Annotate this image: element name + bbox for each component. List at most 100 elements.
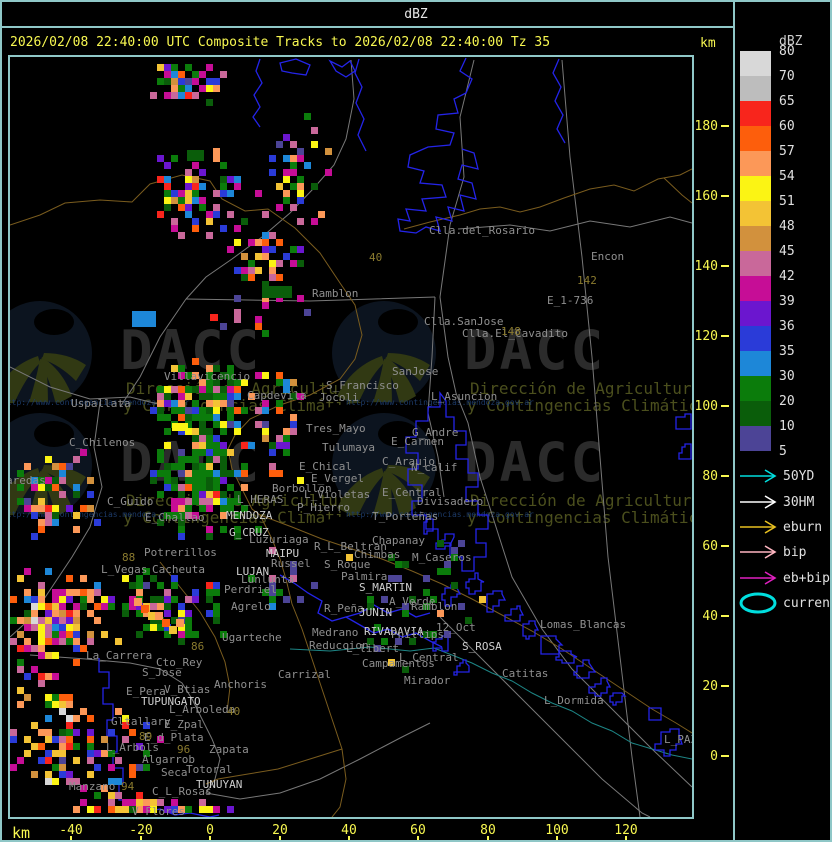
map-place-label: Ramblon <box>312 287 359 300</box>
map-place-label: 40 <box>369 251 383 264</box>
map-place-label: 40 <box>227 705 241 718</box>
window-title: dBZ <box>404 7 428 22</box>
scale-color-block <box>740 226 771 251</box>
eburn-arrow-icon <box>740 520 777 534</box>
y-tick-label: 120 <box>694 329 718 344</box>
map-place-label: S_Jose <box>142 666 182 679</box>
scale-color-block <box>740 126 771 151</box>
map-place-label: E_Carmen <box>391 435 444 448</box>
map-place-label: L_HERAS <box>237 493 284 506</box>
legend-label: eb+bip <box>783 571 830 586</box>
color-scale-panel: dBZ 80 70 65 60 57 54 51 48 45 42 39 36 35 30 20 10 5 50… <box>733 2 830 840</box>
scale-value-label: 60 <box>779 119 795 134</box>
x-tick-mark <box>279 836 281 840</box>
map-place-label: Perdriel <box>224 583 277 596</box>
y-tick-mark <box>721 545 729 547</box>
map-place-label: L_Violetas <box>304 488 371 501</box>
map-place-label: C_Guido <box>107 495 154 508</box>
map-place-label: 94 <box>121 780 135 793</box>
product-title: 2026/02/08 22:40:00 UTC Composite Tracks… <box>10 35 551 50</box>
map-place-label: 148 <box>501 325 521 338</box>
y-tick-label: 100 <box>694 399 718 414</box>
map-place-label: T_Porteñas <box>372 510 439 523</box>
scale-color-block <box>740 151 771 176</box>
scale-color-block <box>740 101 771 126</box>
scale-color-block <box>740 351 771 376</box>
map-place-label: Anchoris <box>214 678 267 691</box>
scale-color-block <box>740 251 771 276</box>
x-tick-mark <box>487 836 489 840</box>
map-place-label: Tres_Mayo <box>306 422 366 435</box>
x-tick-mark <box>556 836 558 840</box>
map-place-label: S_ROSA <box>462 640 502 653</box>
scale-color-block <box>740 326 771 351</box>
legend-label: bip <box>783 545 807 560</box>
x-tick-mark <box>140 836 142 840</box>
map-place-label: P_Hierro <box>297 501 350 514</box>
x-tick-mark <box>625 836 627 840</box>
map-place-label: L_Arbols <box>106 741 159 754</box>
y-tick-label: 20 <box>702 679 718 694</box>
map-place-label: E_1-736 <box>547 294 594 307</box>
scale-value-label: 10 <box>779 419 795 434</box>
y-tick-label: 80 <box>702 469 718 484</box>
map-place-label: V_Btias <box>164 683 211 696</box>
scale-color-block <box>740 76 771 101</box>
map-place-label: E_Challao <box>145 511 205 524</box>
scale-value-label: 54 <box>779 169 795 184</box>
map-place-label: MENDOZA <box>226 509 273 522</box>
map-place-label: Agrelo <box>231 600 271 613</box>
map-canvas: DACC Dirección de Agricultura y Contingenc… <box>10 57 692 817</box>
y-tick-mark <box>721 335 729 337</box>
scale-value-label: 42 <box>779 269 795 284</box>
scale-value-label: 70 <box>779 69 795 84</box>
y-tick-label: 180 <box>694 119 718 134</box>
map-place-label: L_Arboleda <box>169 703 236 716</box>
y-tick-mark <box>721 475 729 477</box>
legend-label: current <box>783 596 830 611</box>
map-place-label: Cacheuta <box>152 563 205 576</box>
y-tick-label: 40 <box>702 609 718 624</box>
map-place-label: Russel <box>271 557 311 570</box>
map-place-label: aredas <box>8 474 46 487</box>
map-place-label: R_Peña <box>324 602 364 615</box>
scale-value-label: 45 <box>779 244 795 259</box>
map-place-label: La_Carrera <box>86 649 153 662</box>
scale-color-block <box>740 201 771 226</box>
radar-map[interactable]: DACC Dirección de Agricultura y Contingenc… <box>8 55 694 819</box>
scale-value-label: 30 <box>779 369 795 384</box>
map-place-label: 88 <box>122 551 136 564</box>
50YD-arrow-icon <box>740 469 777 483</box>
map-place-label: S_Roque <box>324 558 371 571</box>
map-place-label: Medrano <box>312 626 359 639</box>
map-place-label: Seca <box>161 766 188 779</box>
map-place-label: Luzuriaga <box>249 533 309 546</box>
y-tick-mark <box>721 195 729 197</box>
scale-value-label: 39 <box>779 294 795 309</box>
map-place-label: N_calif <box>411 461 458 474</box>
map-place-label: S_MARTIN <box>359 581 412 594</box>
map-place-label: SanJose <box>392 365 439 378</box>
map-place-label: Potrerillos <box>144 546 217 559</box>
scale-color-block <box>740 176 771 201</box>
scale-color-block <box>740 426 771 451</box>
window-title-bar[interactable]: dBZ <box>2 2 830 28</box>
y-tick-mark <box>721 405 729 407</box>
map-place-label: C_Chilenos <box>69 436 136 449</box>
map-place-label: Totoral <box>186 763 233 776</box>
legend-label: 50YD <box>783 469 815 484</box>
map-place-label: Divisadero <box>417 495 484 508</box>
y-tick-label: 0 <box>710 749 718 764</box>
y-tick-label: 160 <box>694 189 718 204</box>
map-place-label: L_Dormida <box>544 694 604 707</box>
scale-value-label: 65 <box>779 94 795 109</box>
legend-label: 30HM <box>783 495 815 510</box>
x-tick-mark <box>70 836 72 840</box>
y-tick-mark <box>721 265 729 267</box>
eb+bip-arrow-icon <box>740 571 777 585</box>
map-place-label: 142 <box>577 274 597 287</box>
map-place-label: Carrizal <box>278 668 331 681</box>
map-place-label: Mirador <box>404 674 451 687</box>
scale-value-label: 48 <box>779 219 795 234</box>
map-place-label: C_L_Rosas <box>152 785 212 798</box>
